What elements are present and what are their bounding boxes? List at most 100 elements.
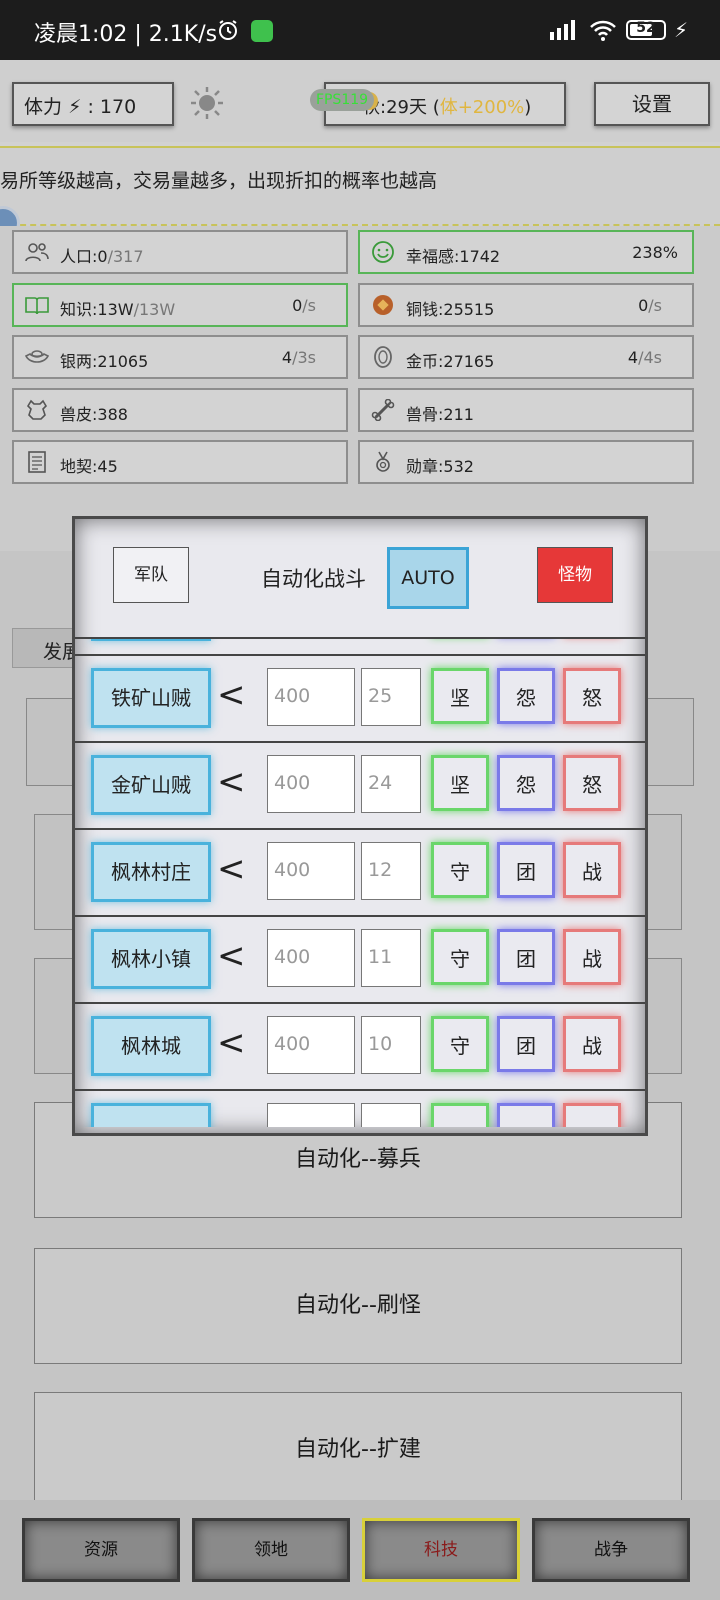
hide-icon [26,399,48,420]
stamina-panel: 体力 ⚡ : 170 [12,82,174,126]
stance-blue-button[interactable]: 怨 [497,668,555,724]
nav-territory[interactable]: 领地 [192,1518,350,1582]
settings-button[interactable]: 设置 [594,82,710,126]
tip-text: 易所等级越高，交易量越多，出现折扣的概率也越高 [0,170,438,192]
stance-red-button[interactable]: 怒 [563,668,621,724]
silver-label: 银两:21065 [60,352,149,371]
battle-target-list[interactable]: 铁矿山贼 < 400 25 坚 怨 怒 金矿山贼 < 400 24 坚 怨 怒 … [75,637,645,1127]
less-than-symbol: < [217,936,246,976]
stance-blue-button[interactable]: 团 [497,1016,555,1072]
population-label: 人口:0 [60,247,108,266]
stance-red-button[interactable]: 战 [563,842,621,898]
signal-icon [550,20,575,40]
season-bonus: 体+200% [439,97,525,118]
silver-rate: 4 [281,348,293,367]
list-item-partial [75,639,645,656]
alarm-icon [219,20,237,40]
stamina-label: 体力 [24,96,63,118]
silver-rate-unit: /3s [292,348,316,367]
target-name-button[interactable]: 铁矿山贼 [91,668,211,728]
threshold-input[interactable]: 400 [267,1016,355,1074]
sun-icon[interactable] [190,86,224,120]
bottom-nav: 资源 领地 科技 战争 [0,1500,720,1600]
dialog-title: 自动化战斗 [261,567,366,591]
stance-green-button[interactable]: 守 [431,842,489,898]
list-item: 铁矿山贼 < 400 25 坚 怨 怒 [75,656,645,743]
knowledge-rate-unit: /s [302,296,316,315]
stance-red-button[interactable]: 战 [563,1016,621,1072]
medal-label: 勋章:532 [406,457,474,476]
list-item: 枫林小镇 < 400 11 守 团 战 [75,917,645,1004]
nav-resources[interactable]: 资源 [22,1518,180,1582]
status-time-speed: 凌晨1:02 | 2.1K/s [34,22,218,47]
battery-icon: 52 [626,20,666,40]
auto-monster-button[interactable]: 自动化--刷怪 [34,1248,682,1364]
status-bar: 凌晨1:02 | 2.1K/s 52 ⚡ [0,0,720,60]
happiness-label: 幸福感:1742 [406,247,501,266]
gold-rate: 4 [627,348,639,367]
copper-rate-unit: /s [648,296,662,315]
knowledge-cap: /13W [133,300,176,319]
count-input[interactable]: 11 [361,929,421,987]
threshold-input[interactable]: 400 [267,668,355,726]
threshold-input[interactable]: 400 [267,842,355,900]
nav-war[interactable]: 战争 [532,1518,690,1582]
resource-copper: 铜钱:25515 0/s [358,283,694,327]
target-name-button[interactable]: 枫林小镇 [91,929,211,989]
contract-icon [28,451,46,473]
tip-banner: 易所等级越高，交易量越多，出现折扣的概率也越高 [0,146,720,226]
resource-silver: 银两:21065 4/3s [12,335,348,379]
auto-toggle-button[interactable]: AUTO [387,547,469,609]
nav-technology[interactable]: 科技 [362,1518,520,1582]
wifi-icon [590,20,616,41]
stance-blue-button[interactable]: 团 [497,842,555,898]
smile-icon [372,241,394,263]
resource-knowledge: 知识:13W/13W 0/s [12,283,348,327]
auto-battle-dialog: 军队 自动化战斗 AUTO 怪物 铁矿山贼 < 400 25 坚 怨 怒 金矿山… [72,516,648,1136]
target-name-button[interactable]: 枫林城 [91,1016,211,1076]
stamina-value: 170 [99,96,137,118]
copper-label: 铜钱:25515 [406,300,495,319]
resource-population: 人口:0/317 [12,230,348,274]
book-icon [25,297,49,315]
season-close: ) [524,97,532,118]
stance-green-button[interactable]: 坚 [431,755,489,811]
bolt-icon: ⚡ : [68,96,100,118]
knowledge-label: 知识:13W [60,300,134,319]
resource-hide: 兽皮:388 [12,388,348,432]
population-cap: /317 [107,247,144,266]
people-icon [25,243,49,262]
charging-bolt-icon: ⚡ [674,18,689,42]
medal-icon [376,451,390,472]
resource-bone: 兽骨:211 [358,388,694,432]
stance-green-button[interactable]: 坚 [431,668,489,724]
threshold-input[interactable]: 400 [267,929,355,987]
stance-blue-button[interactable]: 怨 [497,755,555,811]
count-input[interactable]: 24 [361,755,421,813]
resource-medal: 勋章:532 [358,440,694,484]
contract-label: 地契:45 [60,457,118,476]
gold-label: 金币:27165 [406,352,495,371]
happiness-percent: 238% [632,243,678,262]
list-item-partial [75,1091,645,1127]
count-input[interactable]: 25 [361,668,421,726]
copper-rate: 0 [638,296,649,315]
gold-rate-unit: /4s [638,348,662,367]
threshold-input[interactable]: 400 [267,755,355,813]
auto-expand-button[interactable]: 自动化--扩建 [34,1392,682,1508]
stance-red-button[interactable]: 怒 [563,755,621,811]
knowledge-rate: 0 [292,296,303,315]
list-item: 枫林村庄 < 400 12 守 团 战 [75,830,645,917]
monster-button[interactable]: 怪物 [537,547,613,603]
count-input[interactable]: 10 [361,1016,421,1074]
stance-green-button[interactable]: 守 [431,1016,489,1072]
count-input[interactable]: 12 [361,842,421,900]
bone-icon [371,399,395,421]
target-name-button[interactable]: 枫林村庄 [91,842,211,902]
target-name-button[interactable]: 金矿山贼 [91,755,211,815]
list-item: 金矿山贼 < 400 24 坚 怨 怒 [75,743,645,830]
stance-green-button[interactable]: 守 [431,929,489,985]
stance-red-button[interactable]: 战 [563,929,621,985]
stance-blue-button[interactable]: 团 [497,929,555,985]
army-button[interactable]: 军队 [113,547,189,603]
